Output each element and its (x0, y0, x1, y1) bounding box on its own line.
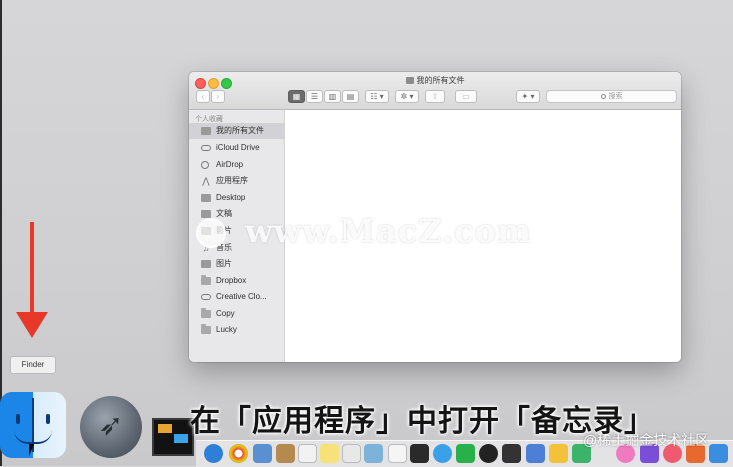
chrome-dock-icon[interactable] (229, 444, 248, 463)
facetime-dock-icon[interactable] (456, 444, 475, 463)
sidebar-item-lucky[interactable]: Lucky (189, 322, 284, 338)
keynote-dock-icon[interactable] (526, 444, 545, 463)
window-titlebar[interactable]: 我的所有文件 ‹ › ▦ ☰ ▥ ▤ ☷ ▾ ✲ ▾ ⇧ ▭ ✦ ▾ 搜索 (189, 72, 681, 110)
safari-dock-icon[interactable] (204, 444, 223, 463)
sidebar-item-airdrop[interactable]: AirDrop (189, 157, 284, 173)
macz-logo-icon (196, 218, 226, 248)
photo-booth-dock-icon[interactable] (479, 444, 498, 463)
video-subtitle: 在「应用程序」中打开「备忘录」 (190, 404, 655, 439)
pictures-icon (201, 260, 211, 268)
sidebar-item-icloud[interactable]: iCloud Drive (189, 140, 284, 156)
folder-icon (201, 324, 211, 334)
creative-cloud-icon (201, 294, 211, 300)
app-store-dock-icon[interactable] (709, 444, 728, 463)
sidebar-item-creative-cloud[interactable]: Creative Clo... (189, 289, 284, 305)
arrange-button[interactable]: ☷ ▾ (365, 90, 389, 103)
action-gear-button[interactable]: ✲ ▾ (395, 90, 419, 103)
arrow-head-icon (16, 312, 48, 338)
writer-dock-icon[interactable] (410, 444, 429, 463)
search-input[interactable]: 搜索 (546, 90, 677, 103)
sidebar-item-label: 图片 (216, 259, 232, 268)
search-icon (600, 94, 606, 99)
pages-dock-icon[interactable] (549, 444, 568, 463)
folder-icon (405, 77, 414, 84)
sidebar-item-label: Dropbox (216, 276, 247, 285)
sidebar-item-copy[interactable]: Copy (189, 306, 284, 322)
watermark-text: www.MacZ.com (245, 212, 532, 250)
launchpad-dock-icon[interactable]: ➶ (80, 396, 142, 458)
window-title: 我的所有文件 (189, 75, 681, 86)
finder-eye-left (16, 414, 20, 424)
final-cut-dock-icon[interactable] (502, 444, 521, 463)
sidebar-item-label: AirDrop (216, 160, 244, 169)
back-button[interactable]: ‹ (196, 90, 210, 103)
reminders-dock-icon[interactable] (342, 444, 361, 463)
arrow-down-icon (30, 222, 34, 314)
desktop-icon (201, 194, 211, 202)
sidebar-item-desktop[interactable]: Desktop (189, 190, 284, 206)
contacts-dock-icon[interactable] (276, 444, 295, 463)
column-view-button[interactable]: ▥ (324, 90, 341, 103)
notes-dock-icon[interactable] (320, 444, 339, 463)
airdrop-icon (201, 161, 209, 169)
folder-icon (201, 308, 211, 318)
dropbox-button[interactable]: ✦ ▾ (516, 90, 540, 103)
calendar-dock-icon[interactable] (298, 444, 317, 463)
textedit-dock-icon[interactable] (388, 444, 407, 463)
sidebar-item-label: Copy (216, 309, 235, 318)
sidebar-item-label: Creative Clo... (216, 292, 267, 301)
share-button[interactable]: ⇧ (425, 90, 445, 103)
forward-button[interactable]: › (211, 90, 225, 103)
sidebar-item-dropbox[interactable]: Dropbox (189, 273, 284, 289)
cloud-icon (201, 145, 211, 151)
folder-icon (201, 275, 211, 285)
mouse-cursor-icon (29, 444, 34, 456)
list-view-button[interactable]: ☰ (306, 90, 323, 103)
activity-monitor-dock-icon[interactable] (152, 418, 194, 456)
finder-smile (14, 430, 52, 444)
sidebar-item-label: Desktop (216, 193, 246, 202)
sidebar-item-label: 我的所有文件 (216, 126, 264, 135)
sidebar-item-label: 应用程序 (216, 176, 248, 185)
sidebar-item-label: iCloud Drive (216, 143, 260, 152)
maps-dock-icon[interactable] (364, 444, 383, 463)
sidebar-item-label: Lucky (216, 325, 237, 334)
finder-eye-right (46, 414, 50, 424)
sidebar-item-all-files[interactable]: 我的所有文件 (189, 123, 284, 139)
finder-tooltip: Finder (10, 356, 56, 374)
window-title-text: 我的所有文件 (416, 76, 465, 85)
all-files-icon (201, 127, 211, 135)
messages-dock-icon[interactable] (433, 444, 452, 463)
search-placeholder: 搜索 (608, 93, 623, 100)
sidebar-item-applications[interactable]: ⋀ 应用程序 (189, 173, 284, 189)
sidebar-item-pictures[interactable]: 图片 (189, 256, 284, 272)
icon-view-button[interactable]: ▦ (288, 90, 305, 103)
documents-icon (201, 210, 211, 218)
mail-dock-icon[interactable] (253, 444, 272, 463)
applications-icon: ⋀ (202, 176, 210, 186)
tags-button[interactable]: ▭ (455, 90, 477, 103)
cover-flow-button[interactable]: ▤ (342, 90, 359, 103)
